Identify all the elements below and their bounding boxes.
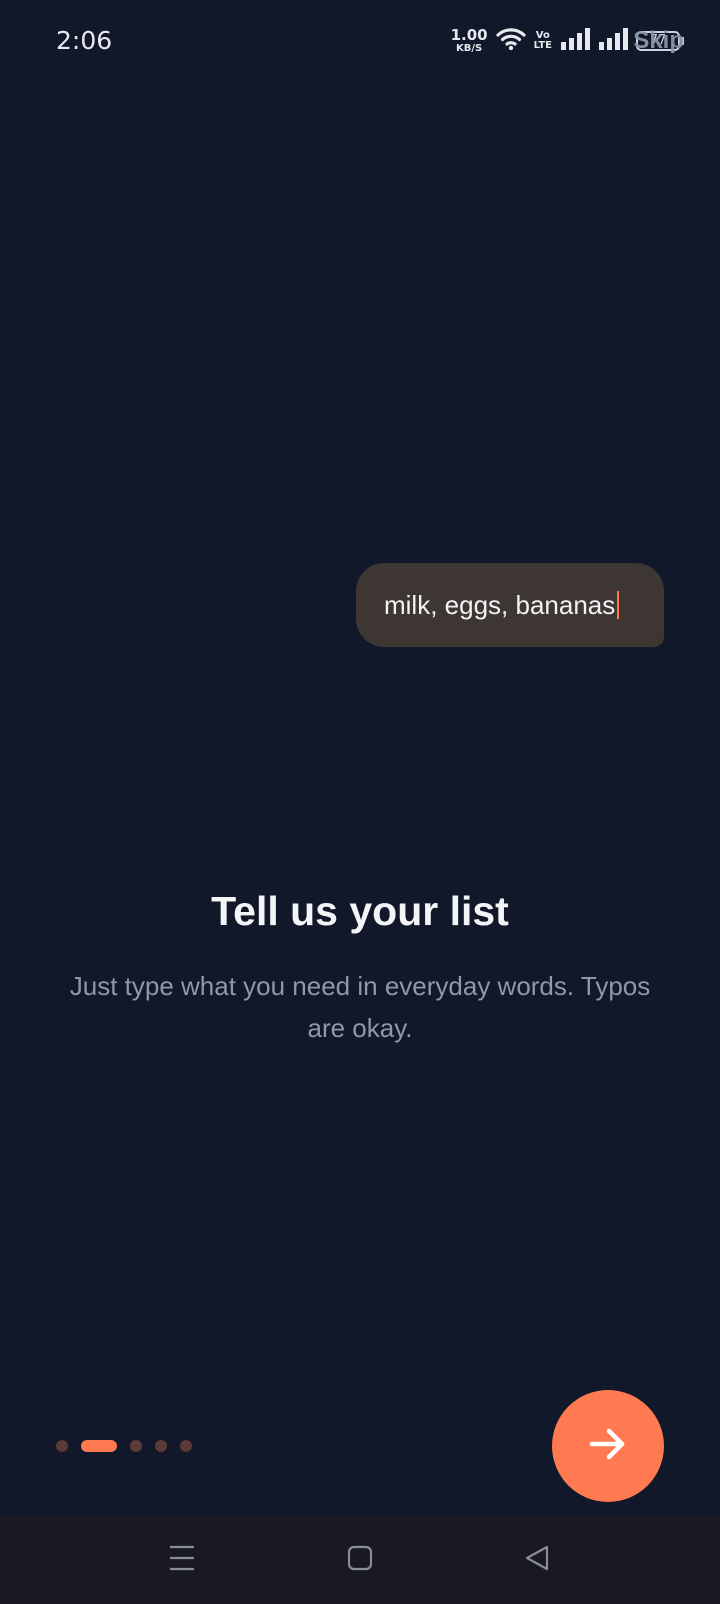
page-dot-active — [81, 1440, 117, 1452]
back-icon — [523, 1544, 551, 1577]
home-button[interactable] — [338, 1538, 382, 1582]
signal-icon — [598, 27, 628, 56]
example-message-text: milk, eggs, bananas — [384, 589, 616, 620]
back-button[interactable] — [515, 1538, 559, 1582]
page-indicator — [56, 1440, 192, 1452]
page-dot — [155, 1440, 167, 1452]
network-speed-unit: KB/S — [456, 43, 483, 54]
volte-bottom: LTE — [533, 40, 552, 51]
wifi-icon — [496, 26, 526, 57]
volte-indicator: Vo LTE — [534, 31, 552, 51]
network-speed: 1.00 KB/S — [451, 28, 488, 54]
network-speed-value: 1.00 — [450, 26, 488, 44]
onboarding-title: Tell us your list — [211, 888, 509, 934]
status-time: 2:06 — [56, 26, 113, 55]
onboarding-subtitle: Just type what you need in everyday word… — [69, 971, 651, 1043]
status-bar: 2:06 1.00 KB/S Vo LTE 77 Skip — [0, 0, 720, 84]
signal-icon — [560, 27, 590, 56]
text-cursor — [617, 591, 620, 619]
example-message-bubble: milk, eggs, bananas — [356, 563, 664, 647]
next-button[interactable] — [552, 1390, 664, 1502]
menu-button[interactable] — [160, 1538, 204, 1582]
menu-icon — [168, 1544, 196, 1577]
system-navigation-bar — [0, 1516, 720, 1604]
onboarding-screen: 2:06 1.00 KB/S Vo LTE 77 Skip milk, eggs… — [0, 0, 720, 1604]
page-dot — [56, 1440, 68, 1452]
page-dot — [130, 1440, 142, 1452]
arrow-right-icon — [586, 1422, 630, 1471]
page-dot — [180, 1440, 192, 1452]
home-icon — [347, 1545, 373, 1576]
skip-button[interactable]: Skip — [633, 27, 684, 55]
